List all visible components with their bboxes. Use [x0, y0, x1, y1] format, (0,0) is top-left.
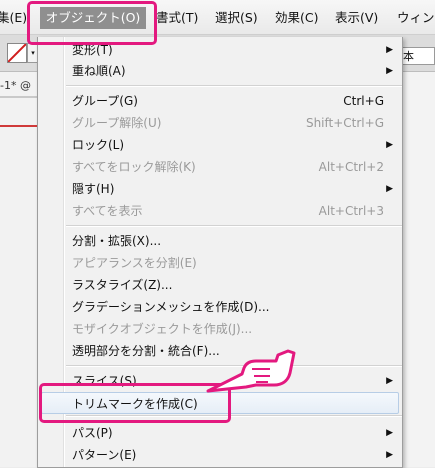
menu-effect[interactable]: 効果(C)	[275, 9, 318, 27]
menu-item-label: パターン(E)	[72, 448, 137, 462]
menu-item-label: トリムマークを作成(C)	[72, 397, 198, 411]
menu-item[interactable]: 隠す(H) ▶	[38, 178, 402, 200]
canvas-guide-line	[0, 125, 37, 127]
menu-object[interactable]: オブジェクト(O)	[40, 7, 146, 29]
menu-view[interactable]: 表示(V)	[335, 9, 378, 27]
menu-item[interactable]: ロック(L) ▶	[38, 134, 402, 156]
menu-item[interactable]: 変形(T) ▶	[38, 39, 402, 61]
menu-item-label: すべてをロック解除(K)	[72, 160, 196, 174]
submenu-arrow-icon: ▶	[386, 450, 393, 460]
font-style-field[interactable]: 本	[399, 47, 435, 65]
menu-item-shortcut: Ctrl+G	[343, 94, 384, 108]
menu-item[interactable]: グラデーションメッシュを作成(D)...	[38, 296, 402, 318]
menu-item-label: 透明部分を分割・統合(F)...	[72, 344, 220, 358]
menu-separator	[66, 225, 402, 227]
object-menu-dropdown: 変形(T) ▶ 重ね順(A) ▶ グループ(G) Ctrl+G グループ解除(U) Shift…	[37, 37, 403, 468]
right-panel-area	[401, 72, 435, 467]
menu-item[interactable]: モザイクオブジェクトを作成(J)...	[38, 318, 402, 340]
menu-bar: 集(E) オブジェクト(O) 書式(T) 選択(S) 効果(C) 表示(V) ウ…	[0, 0, 435, 35]
submenu-arrow-icon: ▶	[386, 428, 393, 438]
menu-item-shortcut: Alt+Ctrl+3	[318, 204, 384, 218]
menu-item-label: 変形(T)	[72, 43, 113, 57]
menu-item-label: アピアランスを分割(E)	[72, 256, 197, 270]
menu-item[interactable]: ラスタライズ(Z)...	[38, 274, 402, 296]
menu-item-shortcut: Shift+Ctrl+G	[305, 116, 384, 130]
document-tab[interactable]: -1* @	[0, 76, 37, 98]
menu-item-label: 分割・拡張(X)...	[72, 234, 162, 248]
stroke-color-swatch[interactable]	[7, 43, 27, 63]
submenu-arrow-icon: ▶	[386, 140, 393, 150]
menu-item[interactable]: すべてを表示 Alt+Ctrl+3	[38, 200, 402, 222]
menu-item[interactable]: パス(P) ▶	[38, 422, 402, 444]
menu-type[interactable]: 書式(T)	[156, 9, 198, 27]
menu-item-label: パス(P)	[72, 426, 113, 440]
menu-item-label: グループ解除(U)	[72, 116, 162, 130]
menu-item-label: 隠す(H)	[72, 182, 115, 196]
menu-item[interactable]: 重ね順(A) ▶	[38, 60, 402, 82]
menu-item[interactable]: グループ(G) Ctrl+G	[38, 90, 402, 112]
canvas-area	[0, 72, 37, 467]
submenu-arrow-icon: ▶	[386, 184, 393, 194]
no-stroke-icon	[8, 44, 26, 62]
menu-item-label: スライス(S)	[72, 374, 137, 388]
menu-item-label: すべてを表示	[72, 204, 143, 218]
submenu-arrow-icon: ▶	[386, 376, 393, 386]
menu-item-label: ロック(L)	[72, 138, 125, 152]
submenu-arrow-icon: ▶	[386, 66, 393, 76]
menu-item-label: 重ね順(A)	[72, 64, 126, 78]
menu-item-label: グラデーションメッシュを作成(D)...	[72, 300, 270, 314]
menu-item-label: グループ(G)	[72, 94, 138, 108]
pointing-hand-icon	[206, 349, 296, 393]
menu-item[interactable]: すべてをロック解除(K) Alt+Ctrl+2	[38, 156, 402, 178]
menu-item[interactable]: パターン(E) ▶	[38, 444, 402, 466]
menu-edit[interactable]: 集(E)	[0, 9, 27, 27]
menu-item[interactable]: グループ解除(U) Shift+Ctrl+G	[38, 112, 402, 134]
menu-item[interactable]: アピアランスを分割(E)	[38, 252, 402, 274]
menu-item-label: モザイクオブジェクトを作成(J)...	[72, 322, 253, 336]
menu-select[interactable]: 選択(S)	[215, 9, 258, 27]
menu-item-shortcut: Alt+Ctrl+2	[318, 160, 384, 174]
menu-window[interactable]: ウィン	[397, 9, 435, 27]
menu-item-label: ラスタライズ(Z)...	[72, 278, 173, 292]
menu-item[interactable]: 分割・拡張(X)...	[38, 230, 402, 252]
menu-separator	[66, 85, 402, 87]
menu-separator	[66, 415, 402, 417]
submenu-arrow-icon: ▶	[386, 45, 393, 55]
